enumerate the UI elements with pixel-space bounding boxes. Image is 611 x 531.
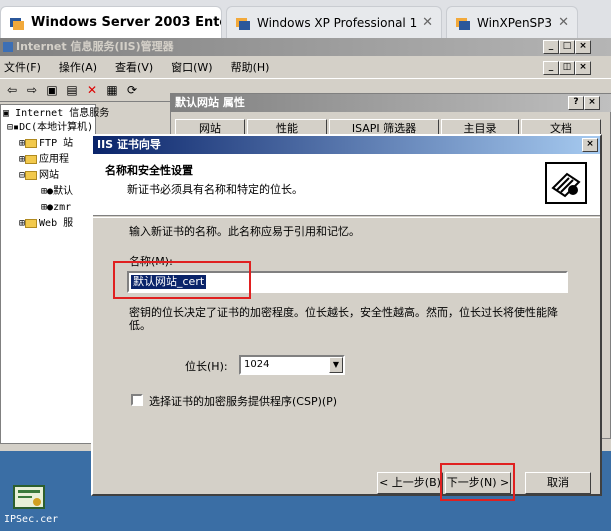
iis-manager-title: Internet 信息服务(IIS)管理器 [0, 38, 611, 56]
properties-icon[interactable]: ▦ [104, 82, 120, 98]
tab-windows-server-2003[interactable]: Windows Server 2003 Enter... ✕ [0, 6, 222, 38]
iis-certificate-wizard: IIS 证书向导 × 名称和安全性设置 新证书必须具有名称和特定的位长。 输入新… [91, 134, 602, 501]
vm-icon [456, 17, 470, 30]
csp-checkbox[interactable] [131, 394, 143, 406]
show-tree-icon[interactable]: ▤ [64, 82, 80, 98]
csp-label: 选择证书的加密服务提供程序(CSP)(P) [149, 395, 338, 408]
close-button[interactable]: × [575, 40, 591, 54]
child-restore-button[interactable]: ◫ [559, 61, 575, 75]
minimize-button[interactable]: _ [543, 40, 559, 54]
highlight-box-name [113, 261, 251, 299]
tab-label: WinXPenSP3 [477, 15, 553, 30]
close-icon[interactable]: ✕ [422, 15, 433, 30]
menu-file[interactable]: 文件(F) [4, 59, 41, 75]
wizard-title: IIS 证书向导 [93, 136, 600, 154]
properties-title: 默认网站 属性 [171, 94, 611, 112]
header-title: 名称和安全性设置 [105, 164, 193, 177]
refresh-icon[interactable]: ⟳ [124, 82, 140, 98]
tab-label: Windows Server 2003 Enter... [31, 15, 221, 30]
back-icon[interactable]: ⇦ [4, 82, 20, 98]
tree-item-apppool[interactable]: ⊞ 应用程 [19, 153, 69, 166]
tree-item-web-service[interactable]: ⊞ Web 服 [19, 217, 73, 230]
child-minimize-button[interactable]: _ [543, 61, 559, 75]
tree-item-websites[interactable]: ⊟ 网站 [19, 169, 59, 182]
close-icon[interactable]: ✕ [558, 15, 569, 30]
bits-description: 密钥的位长决定了证书的加密程度。位长越长，安全性越高。然而，位长过长将使性能降低… [129, 306, 558, 332]
tab-label: Windows XP Professional 1 [257, 15, 418, 30]
back-button[interactable]: < 上一步(B) [377, 472, 443, 494]
help-button[interactable]: ? [568, 96, 584, 110]
folder-icon [25, 218, 38, 228]
highlight-box-next [440, 463, 515, 501]
maximize-button[interactable]: □ [559, 40, 575, 54]
tab-winxpensp3[interactable]: WinXPenSP3 ✕ [446, 6, 578, 38]
folder-icon [25, 154, 38, 164]
cancel-button[interactable]: 取消 [525, 472, 591, 494]
certificate-icon [545, 162, 587, 204]
wizard-close-button[interactable]: × [582, 138, 598, 152]
tab-windows-xp[interactable]: Windows XP Professional 1 ✕ [226, 6, 442, 38]
menu-window[interactable]: 窗口(W) [171, 59, 212, 75]
menu-view[interactable]: 查看(V) [115, 59, 153, 75]
folder-icon [25, 138, 38, 148]
chevron-down-icon[interactable]: ▼ [329, 357, 343, 373]
wizard-header: 名称和安全性设置 新证书必须具有名称和特定的位长。 [93, 154, 600, 216]
up-folder-icon[interactable]: ▣ [44, 82, 60, 98]
properties-close-button[interactable]: × [584, 96, 600, 110]
iis-icon [3, 42, 13, 52]
forward-icon[interactable]: ⇨ [24, 82, 40, 98]
menu-help[interactable]: 帮助(H) [231, 59, 270, 75]
tree-item-ftp[interactable]: ⊞ FTP 站 [19, 137, 73, 150]
server-icon: ▣ [3, 108, 10, 119]
intro-text: 输入新证书的名称。此名称应易于引用和记忆。 [129, 225, 360, 238]
tree-pane: ▣ Internet 信息服务 ⊟▪DC(本地计算机) ⊞ FTP 站 ⊞ 应用程 … [0, 104, 109, 444]
header-divider [93, 217, 600, 218]
tree-item-zmr[interactable]: ⊞●zmr [41, 201, 71, 214]
bits-label: 位长(H): [185, 360, 228, 373]
tree-item-default-site[interactable]: ⊞●默认 [41, 185, 73, 198]
certificate-file-icon[interactable] [12, 484, 46, 510]
vm-icon [236, 17, 250, 30]
tree-item-dc[interactable]: ⊟▪DC(本地计算机) [7, 121, 93, 134]
delete-icon[interactable]: ✕ [84, 82, 100, 98]
menu-action[interactable]: 操作(A) [59, 59, 97, 75]
bit-length-select[interactable]: 1024 ▼ [239, 355, 345, 375]
vm-icon [10, 17, 24, 30]
folder-icon [25, 170, 38, 180]
tree-root[interactable]: ▣ Internet 信息服务 [3, 107, 109, 120]
header-subtitle: 新证书必须具有名称和特定的位长。 [127, 183, 303, 196]
child-close-button[interactable]: × [575, 61, 591, 75]
desktop-icon-label[interactable]: IPSec.cer [4, 514, 58, 525]
bit-length-value: 1024 [244, 359, 270, 370]
menu-bar: 文件(F) 操作(A) 查看(V) 窗口(W) 帮助(H) [0, 57, 611, 77]
